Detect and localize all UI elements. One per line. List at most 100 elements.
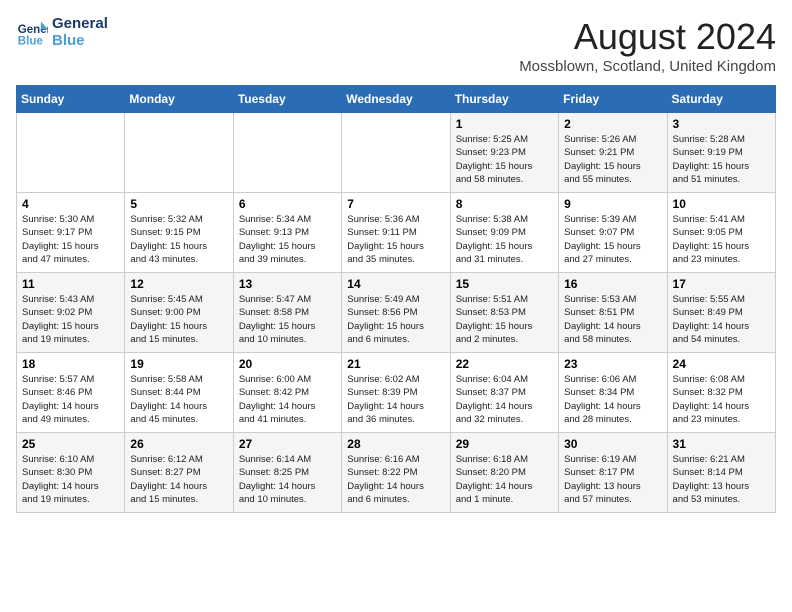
day-info: Sunrise: 5:51 AM Sunset: 8:53 PM Dayligh… [456,293,553,346]
day-info: Sunrise: 6:10 AM Sunset: 8:30 PM Dayligh… [22,453,119,506]
calendar-cell [125,113,233,193]
weekday-header-row: SundayMondayTuesdayWednesdayThursdayFrid… [17,86,776,113]
day-info: Sunrise: 5:30 AM Sunset: 9:17 PM Dayligh… [22,213,119,266]
calendar-cell: 9 Sunrise: 5:39 AM Sunset: 9:07 PM Daylig… [559,193,667,273]
calendar-week-row: 11Sunrise: 5:43 AM Sunset: 9:02 PM Dayli… [17,273,776,353]
day-info: Sunrise: 5:45 AM Sunset: 9:00 PM Dayligh… [130,293,227,346]
calendar-cell: 3Sunrise: 5:28 AM Sunset: 9:19 PM Daylig… [667,113,775,193]
day-info: Sunrise: 5:57 AM Sunset: 8:46 PM Dayligh… [22,373,119,426]
title-block: August 2024 Mossblown, Scotland, United … [519,16,776,75]
day-info: Sunrise: 6:08 AM Sunset: 8:32 PM Dayligh… [673,373,770,426]
weekday-header-monday: Monday [125,86,233,113]
day-info: Sunrise: 6:00 AM Sunset: 8:42 PM Dayligh… [239,373,336,426]
day-number: 29 [456,437,553,451]
logo-line2: Blue [52,33,108,50]
calendar-cell [17,113,125,193]
day-number: 10 [673,197,770,211]
day-info: Sunrise: 5:49 AM Sunset: 8:56 PM Dayligh… [347,293,444,346]
day-number: 27 [239,437,336,451]
calendar-cell: 31Sunrise: 6:21 AM Sunset: 8:14 PM Dayli… [667,433,775,513]
calendar-cell: 11Sunrise: 5:43 AM Sunset: 9:02 PM Dayli… [17,273,125,353]
calendar-cell: 18Sunrise: 5:57 AM Sunset: 8:46 PM Dayli… [17,353,125,433]
day-number: 24 [673,357,770,371]
calendar-cell: 8 Sunrise: 5:38 AM Sunset: 9:09 PM Daylig… [450,193,558,273]
day-number: 20 [239,357,336,371]
day-info: Sunrise: 6:16 AM Sunset: 8:22 PM Dayligh… [347,453,444,506]
weekday-header-thursday: Thursday [450,86,558,113]
svg-text:Blue: Blue [18,35,44,47]
day-info: Sunrise: 5:41 AM Sunset: 9:05 PM Dayligh… [673,213,770,266]
day-number: 14 [347,277,444,291]
day-number: 1 [456,117,553,131]
day-number: 16 [564,277,661,291]
calendar-cell: 10 Sunrise: 5:41 AM Sunset: 9:05 PM Dayli… [667,193,775,273]
weekday-header-sunday: Sunday [17,86,125,113]
day-number: 2 [564,117,661,131]
day-number: 7 [347,197,444,211]
day-info: Sunrise: 5:38 AM Sunset: 9:09 PM Dayligh… [456,213,553,266]
day-info: Sunrise: 6:12 AM Sunset: 8:27 PM Dayligh… [130,453,227,506]
day-number: 9 [564,197,661,211]
day-number: 25 [22,437,119,451]
logo-line1: General [52,16,108,33]
day-info: Sunrise: 5:55 AM Sunset: 8:49 PM Dayligh… [673,293,770,346]
calendar-week-row: 18Sunrise: 5:57 AM Sunset: 8:46 PM Dayli… [17,353,776,433]
day-info: Sunrise: 5:39 AM Sunset: 9:07 PM Dayligh… [564,213,661,266]
calendar-cell [342,113,450,193]
calendar-cell: 19Sunrise: 5:58 AM Sunset: 8:44 PM Dayli… [125,353,233,433]
logo-icon: General Blue [16,17,48,49]
calendar-cell [233,113,341,193]
calendar-week-row: 25 Sunrise: 6:10 AM Sunset: 8:30 PM Dayli… [17,433,776,513]
day-number: 23 [564,357,661,371]
day-info: Sunrise: 6:18 AM Sunset: 8:20 PM Dayligh… [456,453,553,506]
day-info: Sunrise: 5:34 AM Sunset: 9:13 PM Dayligh… [239,213,336,266]
calendar-cell: 2 Sunrise: 5:26 AM Sunset: 9:21 PM Daylig… [559,113,667,193]
day-info: Sunrise: 5:28 AM Sunset: 9:19 PM Dayligh… [673,133,770,186]
day-number: 8 [456,197,553,211]
day-info: Sunrise: 6:14 AM Sunset: 8:25 PM Dayligh… [239,453,336,506]
day-number: 17 [673,277,770,291]
day-info: Sunrise: 5:36 AM Sunset: 9:11 PM Dayligh… [347,213,444,266]
calendar-cell: 24 Sunrise: 6:08 AM Sunset: 8:32 PM Dayli… [667,353,775,433]
day-info: Sunrise: 5:32 AM Sunset: 9:15 PM Dayligh… [130,213,227,266]
day-number: 30 [564,437,661,451]
weekday-header-friday: Friday [559,86,667,113]
calendar-table: SundayMondayTuesdayWednesdayThursdayFrid… [16,85,776,513]
calendar-cell: 5 Sunrise: 5:32 AM Sunset: 9:15 PM Daylig… [125,193,233,273]
calendar-cell: 4Sunrise: 5:30 AM Sunset: 9:17 PM Daylig… [17,193,125,273]
calendar-cell: 23 Sunrise: 6:06 AM Sunset: 8:34 PM Dayli… [559,353,667,433]
calendar-cell: 25 Sunrise: 6:10 AM Sunset: 8:30 PM Dayli… [17,433,125,513]
weekday-header-tuesday: Tuesday [233,86,341,113]
day-number: 13 [239,277,336,291]
day-info: Sunrise: 6:19 AM Sunset: 8:17 PM Dayligh… [564,453,661,506]
calendar-cell: 15Sunrise: 5:51 AM Sunset: 8:53 PM Dayli… [450,273,558,353]
calendar-cell: 27 Sunrise: 6:14 AM Sunset: 8:25 PM Dayli… [233,433,341,513]
calendar-cell: 1Sunrise: 5:25 AM Sunset: 9:23 PM Daylig… [450,113,558,193]
day-number: 26 [130,437,227,451]
calendar-cell: 21 Sunrise: 6:02 AM Sunset: 8:39 PM Dayli… [342,353,450,433]
calendar-cell: 6 Sunrise: 5:34 AM Sunset: 9:13 PM Daylig… [233,193,341,273]
day-info: Sunrise: 5:58 AM Sunset: 8:44 PM Dayligh… [130,373,227,426]
day-number: 5 [130,197,227,211]
location-subtitle: Mossblown, Scotland, United Kingdom [519,58,776,75]
logo: General Blue General Blue [16,16,108,49]
calendar-week-row: 1Sunrise: 5:25 AM Sunset: 9:23 PM Daylig… [17,113,776,193]
day-info: Sunrise: 5:47 AM Sunset: 8:58 PM Dayligh… [239,293,336,346]
calendar-week-row: 4Sunrise: 5:30 AM Sunset: 9:17 PM Daylig… [17,193,776,273]
month-year-title: August 2024 [519,16,776,58]
day-info: Sunrise: 5:53 AM Sunset: 8:51 PM Dayligh… [564,293,661,346]
day-number: 6 [239,197,336,211]
calendar-cell: 29 Sunrise: 6:18 AM Sunset: 8:20 PM Dayli… [450,433,558,513]
day-info: Sunrise: 6:04 AM Sunset: 8:37 PM Dayligh… [456,373,553,426]
day-info: Sunrise: 5:26 AM Sunset: 9:21 PM Dayligh… [564,133,661,186]
weekday-header-wednesday: Wednesday [342,86,450,113]
calendar-cell: 17 Sunrise: 5:55 AM Sunset: 8:49 PM Dayli… [667,273,775,353]
day-number: 12 [130,277,227,291]
weekday-header-saturday: Saturday [667,86,775,113]
day-info: Sunrise: 6:06 AM Sunset: 8:34 PM Dayligh… [564,373,661,426]
day-info: Sunrise: 6:02 AM Sunset: 8:39 PM Dayligh… [347,373,444,426]
day-number: 21 [347,357,444,371]
calendar-cell: 22Sunrise: 6:04 AM Sunset: 8:37 PM Dayli… [450,353,558,433]
calendar-cell: 7 Sunrise: 5:36 AM Sunset: 9:11 PM Daylig… [342,193,450,273]
day-number: 28 [347,437,444,451]
